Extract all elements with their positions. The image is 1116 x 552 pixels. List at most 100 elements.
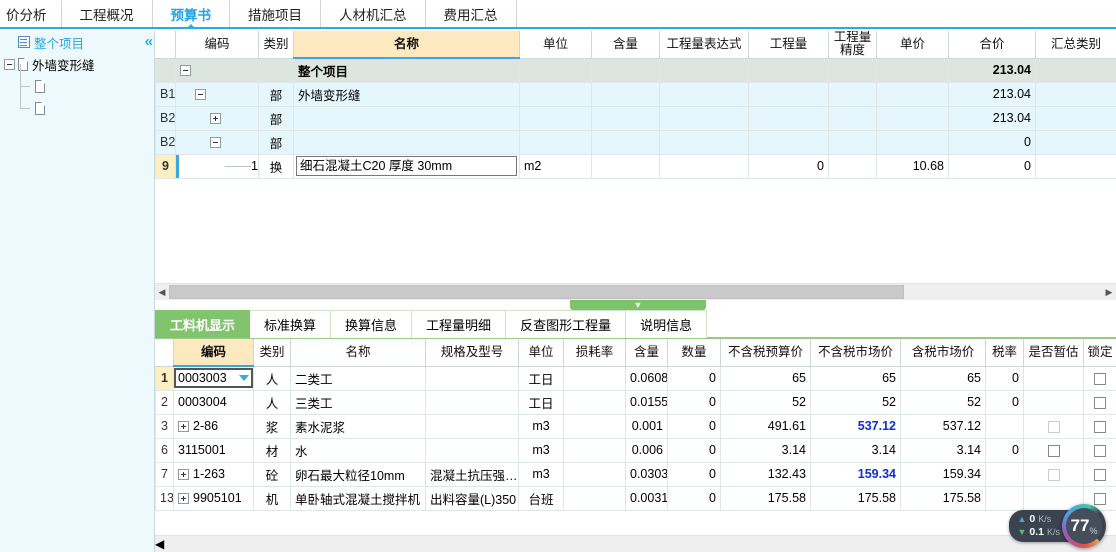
locked-checkbox[interactable] (1094, 372, 1106, 385)
material-cell-spec[interactable] (425, 437, 519, 463)
cell-summary-category[interactable] (1035, 105, 1116, 131)
cell-total-price[interactable]: 213.04 (948, 57, 1036, 83)
cell-type[interactable]: 部 (258, 105, 294, 131)
col-header-5[interactable]: 工程量表达式 (659, 31, 749, 59)
material-cell-quantity[interactable]: 0 (667, 437, 721, 463)
provisional-checkbox[interactable] (1047, 444, 1060, 457)
material-cell-name[interactable]: 二类工 (290, 365, 426, 391)
cell-summary-category[interactable] (1035, 81, 1116, 107)
col-header-3[interactable]: 规格及型号 (425, 339, 519, 367)
material-cell-code[interactable]: 1-263 (173, 461, 254, 487)
cell-qty-precision[interactable] (828, 57, 877, 83)
col-header-10[interactable]: 汇总类别 (1035, 31, 1116, 59)
material-cell-unit[interactable]: m3 (518, 461, 564, 487)
material-cell-market-price[interactable]: 52 (810, 389, 901, 415)
cell-unit[interactable] (519, 129, 592, 155)
col-header-0[interactable]: 编码 (175, 31, 259, 59)
cell-type[interactable] (258, 57, 294, 83)
material-cell-market-price-with-tax[interactable]: 159.34 (900, 461, 986, 487)
material-row[interactable]: 13 9905101 机 单卧轴式混凝土搅拌机 出料容量(L)350 台班 0.0031 0 1… (155, 485, 1116, 511)
cell-qty-expression[interactable] (659, 129, 749, 155)
locked-checkbox[interactable] (1094, 420, 1106, 433)
cell-qty-precision[interactable] (828, 129, 877, 155)
col-header-9[interactable]: 不含税市场价 (810, 339, 901, 367)
locked-checkbox[interactable] (1094, 396, 1106, 409)
material-cell-spec[interactable] (425, 389, 519, 415)
cell-name-text[interactable]: 细石混凝土C20 厚度 30mm (296, 156, 517, 176)
cell-qty-expression[interactable] (659, 57, 749, 83)
col-header-7[interactable]: 工程量精度 (828, 31, 877, 59)
cell-unit-price[interactable] (876, 81, 949, 107)
col-header-5[interactable]: 损耗率 (563, 339, 626, 367)
material-cell-name[interactable]: 单卧轴式混凝土搅拌机 (290, 485, 426, 511)
cell-summary-category[interactable] (1035, 129, 1116, 155)
material-cell-quantity[interactable]: 0 (667, 389, 721, 415)
cell-code[interactable]: 11… (175, 153, 259, 179)
hscroll-track[interactable] (169, 284, 1102, 300)
material-cell-tax-rate[interactable]: 0 (985, 389, 1024, 415)
row-number[interactable] (155, 57, 176, 83)
material-cell-locked[interactable] (1083, 461, 1116, 487)
material-cell-tax-rate[interactable]: 0 (985, 437, 1024, 463)
locked-checkbox[interactable] (1094, 468, 1106, 481)
material-expander-plus-icon[interactable] (178, 493, 189, 505)
material-cell-spec[interactable] (425, 413, 519, 439)
cpu-usage-gauge[interactable]: 77 % (1062, 504, 1106, 548)
material-grid-hscrollbar[interactable]: ◀ (155, 535, 1116, 552)
col-header-6[interactable]: 含量 (625, 339, 668, 367)
tree-node-1[interactable]: 外墙变形缝 (0, 53, 154, 75)
material-row-number[interactable]: 1 (155, 365, 174, 391)
cell-total-price[interactable]: 213.04 (948, 105, 1036, 131)
scroll-right-icon[interactable]: ▶ (1102, 284, 1116, 300)
cell-total-price[interactable]: 0 (948, 153, 1036, 179)
cell-code[interactable] (175, 129, 259, 155)
cell-summary-category[interactable] (1035, 57, 1116, 83)
col-header-1[interactable]: 类别 (253, 339, 291, 367)
cell-unit-price[interactable] (876, 105, 949, 131)
row-number[interactable]: B1 (155, 81, 176, 107)
material-cell-budget-price[interactable]: 65 (720, 365, 811, 391)
cell-content[interactable] (591, 153, 660, 179)
tree-node-0[interactable]: 整个项目 (0, 31, 154, 53)
col-header-12[interactable]: 是否暂估 (1023, 339, 1084, 367)
budget-row[interactable]: B2 部 0 (155, 129, 1116, 155)
material-cell-tax-rate[interactable] (985, 413, 1024, 439)
cell-unit-price[interactable]: 10.68 (876, 153, 949, 179)
cell-qty-expression[interactable] (659, 105, 749, 131)
material-row[interactable]: 7 1-263 砼 卵石最大粒径10mm 混凝土抗压强… m3 0.0303 0 132.43 1… (155, 461, 1116, 487)
material-row[interactable]: 1 0003003 人 二类工 工日 0.0608 0 65 65 65 0 (155, 365, 1116, 391)
col-header-2[interactable]: 名称 (293, 31, 520, 59)
col-header-7[interactable]: 数量 (667, 339, 721, 367)
material-cell-type[interactable]: 浆 (253, 413, 291, 439)
material-cell-type[interactable]: 机 (253, 485, 291, 511)
material-row[interactable]: 6 3115001 材 水 m3 0.006 0 3.14 3.14 3.14 0 (155, 437, 1116, 463)
material-cell-budget-price[interactable]: 491.61 (720, 413, 811, 439)
locked-checkbox[interactable] (1094, 444, 1106, 457)
material-cell-loss-rate[interactable] (563, 413, 626, 439)
material-cell-market-price[interactable]: 3.14 (810, 437, 901, 463)
cell-content[interactable] (591, 129, 660, 155)
material-cell-content[interactable]: 0.006 (625, 437, 668, 463)
cell-unit[interactable] (519, 81, 592, 107)
cell-quantity[interactable]: 0 (748, 153, 829, 179)
material-cell-provisional[interactable] (1023, 461, 1084, 487)
detail-tab-1[interactable]: 标准换算 (250, 310, 332, 338)
cell-type[interactable]: 部 (258, 129, 294, 155)
material-cell-name[interactable]: 卵石最大粒径10mm (290, 461, 426, 487)
top-tab-4[interactable]: 人材机汇总 (321, 0, 426, 27)
cell-unit[interactable] (519, 57, 592, 83)
cell-quantity[interactable] (748, 129, 829, 155)
cell-name[interactable]: 细石混凝土C20 厚度 30mm (293, 153, 520, 179)
material-cell-loss-rate[interactable] (563, 365, 626, 391)
cell-type[interactable]: 部 (258, 81, 294, 107)
cell-name[interactable] (293, 105, 520, 131)
material-cell-market-price-with-tax[interactable]: 3.14 (900, 437, 986, 463)
cell-unit-price[interactable] (876, 129, 949, 155)
material-cell-type[interactable]: 砼 (253, 461, 291, 487)
material-cell-market-price-with-tax[interactable]: 52 (900, 389, 986, 415)
cell-total-price[interactable]: 0 (948, 129, 1036, 155)
material-cell-content[interactable]: 0.001 (625, 413, 668, 439)
row-expander-plus-icon[interactable] (210, 113, 221, 125)
material-cell-tax-rate[interactable] (985, 461, 1024, 487)
top-tab-1[interactable]: 工程概况 (61, 0, 153, 27)
